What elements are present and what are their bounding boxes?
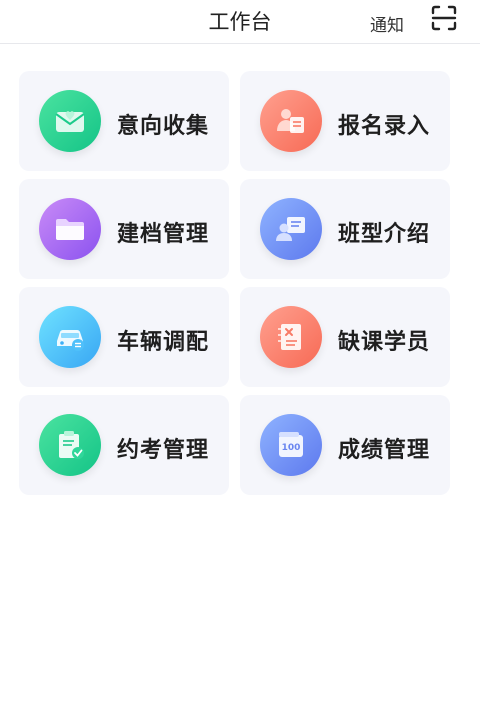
tile-score-management[interactable]: 100 成绩管理 — [240, 395, 450, 495]
tile-vehicle-dispatch[interactable]: 车辆调配 — [19, 287, 229, 387]
tile-intent-collection[interactable]: 意向收集 — [19, 71, 229, 171]
tile-label: 成绩管理 — [338, 438, 431, 463]
tile-exam-booking[interactable]: 约考管理 — [19, 395, 229, 495]
score-100-icon: 100 — [260, 414, 322, 476]
tile-registration-entry[interactable]: 报名录入 — [240, 71, 450, 171]
tile-label: 报名录入 — [338, 114, 431, 139]
car-icon — [39, 306, 101, 368]
scan-icon[interactable] — [431, 5, 457, 31]
function-grid: 意向收集 报名录入 建档管理 班型介绍 车辆调配 缺课学员 约考管理 100 成… — [19, 71, 451, 495]
clipboard-check-icon — [39, 414, 101, 476]
tile-file-management[interactable]: 建档管理 — [19, 179, 229, 279]
person-form-icon — [260, 90, 322, 152]
tile-label: 约考管理 — [117, 438, 210, 463]
svg-text:100: 100 — [282, 443, 301, 453]
mail-heart-icon — [39, 90, 101, 152]
folder-icon — [39, 198, 101, 260]
page-title: 工作台 — [208, 10, 272, 34]
notebook-x-icon — [260, 306, 322, 368]
top-bar: 工作台 通知 — [0, 0, 480, 44]
person-board-icon — [260, 198, 322, 260]
tile-label: 意向收集 — [117, 114, 210, 139]
tile-label: 缺课学员 — [338, 330, 431, 355]
tile-class-intro[interactable]: 班型介绍 — [240, 179, 450, 279]
tile-absent-students[interactable]: 缺课学员 — [240, 287, 450, 387]
tile-label: 车辆调配 — [117, 330, 210, 355]
tile-label: 班型介绍 — [338, 222, 431, 247]
notice-link[interactable]: 通知 — [370, 11, 404, 36]
tile-label: 建档管理 — [117, 222, 210, 247]
